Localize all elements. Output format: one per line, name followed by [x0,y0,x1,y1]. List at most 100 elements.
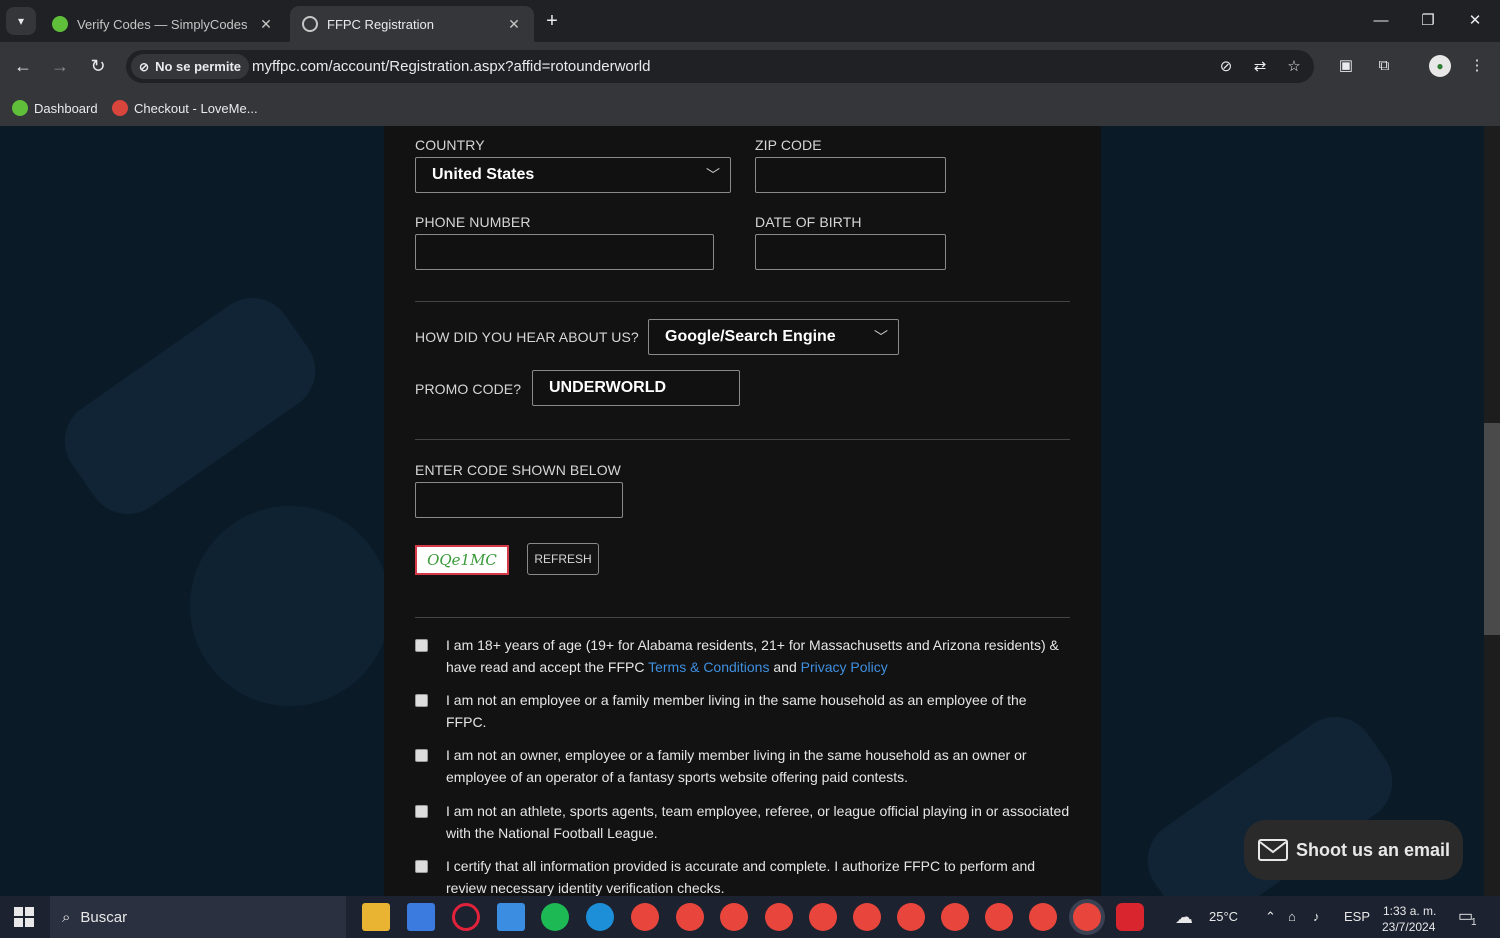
extension-icon[interactable]: ▣ [1335,55,1357,77]
close-tab-icon[interactable]: ✕ [258,16,274,33]
close-tab-icon[interactable]: ✕ [506,16,522,33]
loveme-favicon-icon [112,100,128,116]
chevron-down-icon: ﹀ [706,167,720,183]
windows-start-icon[interactable] [14,907,34,927]
bookmark-star-icon[interactable]: ☆ [1284,57,1304,77]
chrome-active-icon[interactable] [1073,903,1101,931]
app-icon[interactable] [1116,903,1144,931]
divider [415,617,1070,618]
bookmark-dashboard[interactable]: Dashboard [12,96,98,120]
chrome-icon[interactable] [765,903,793,931]
new-tab-button[interactable]: + [540,9,564,33]
minimize-button[interactable]: — [1358,8,1404,34]
hear-about-select[interactable]: Google/Search Engine ﹀ [648,319,899,355]
refresh-captcha-button[interactable]: REFRESH [527,543,599,575]
captcha-label: ENTER CODE SHOWN BELOW [415,462,621,478]
close-window-button[interactable]: ✕ [1452,8,1498,34]
permission-chip[interactable]: ⊘ No se permite [131,54,250,79]
consent-row-certify: I certify that all information provided … [415,855,1070,899]
chrome-icon[interactable] [676,903,704,931]
country-select[interactable]: United States ﹀ [415,157,731,193]
taskbar-search-placeholder: Buscar [80,908,128,926]
permission-chip-label: No se permite [155,59,242,74]
phone-input[interactable] [432,235,713,269]
tab-simplycodes[interactable]: Verify Codes — SimplyCodes ✕ [40,6,286,42]
consent-text: I am 18+ years of age (19+ for Alabama r… [446,637,1059,675]
chrome-icon[interactable] [1029,903,1057,931]
globe-icon [302,16,318,32]
chrome-icon[interactable] [897,903,925,931]
file-explorer-icon[interactable] [362,903,390,931]
background-decoration [49,282,331,530]
forward-button[interactable]: → [47,53,73,79]
chrome-icon[interactable] [809,903,837,931]
phone-field[interactable] [415,234,714,270]
athlete-checkbox[interactable] [415,805,428,818]
phone-label: PHONE NUMBER [415,214,531,230]
promo-label: PROMO CODE? [415,381,522,397]
clock-date[interactable]: 23/7/2024 [1382,906,1435,938]
zip-field[interactable] [755,157,946,193]
volume-icon[interactable]: ♪ [1313,896,1320,938]
mail-icon[interactable] [497,903,525,931]
omnibox[interactable]: ⊘ No se permite myffpc.com/account/Regis… [126,50,1314,83]
country-value: United States [432,166,535,183]
tab-title: FFPC Registration [327,16,434,32]
url-text[interactable]: myffpc.com/account/Registration.aspx?aff… [252,50,650,83]
employee-checkbox[interactable] [415,694,428,707]
consent-row-age: I am 18+ years of age (19+ for Alabama r… [415,634,1070,678]
chrome-icon[interactable] [941,903,969,931]
captcha-input[interactable] [432,483,622,517]
age-checkbox[interactable] [415,639,428,652]
dob-field[interactable] [755,234,946,270]
owner-checkbox[interactable] [415,749,428,762]
dob-input[interactable] [772,235,945,269]
edge-icon[interactable] [586,903,614,931]
back-button[interactable]: ← [10,53,36,79]
dob-label: DATE OF BIRTH [755,214,862,230]
privacy-link[interactable]: Privacy Policy [801,659,888,675]
consent-row-employee: I am not an employee or a family member … [415,689,1070,733]
network-icon[interactable]: ⌂ [1288,896,1296,938]
tab-strip: ▾ Verify Codes — SimplyCodes ✕ FFPC Regi… [0,0,1500,42]
notification-count: 1 [1471,917,1477,928]
bookmark-checkout[interactable]: Checkout - LoveMe... [112,96,258,120]
tab-title: Verify Codes — SimplyCodes [77,16,248,32]
chrome-icon[interactable] [985,903,1013,931]
promo-field[interactable]: UNDERWORLD [532,370,740,406]
consent-text: I am not an athlete, sports agents, team… [446,803,1070,841]
opera-icon[interactable] [452,903,480,931]
consent-row-owner: I am not an owner, employee or a family … [415,744,1070,788]
tab-search-button[interactable]: ▾ [6,7,36,35]
chrome-icon[interactable] [631,903,659,931]
terms-link[interactable]: Terms & Conditions [648,659,769,675]
taskbar-search[interactable]: ⌕ Buscar [50,896,346,938]
tray-chevron-icon[interactable]: ⌃ [1265,896,1276,938]
promo-value[interactable]: UNDERWORLD [549,379,666,396]
consent-text: I am not an employee or a family member … [446,692,1027,730]
simplycodes-favicon-icon [12,100,28,116]
hear-about-value: Google/Search Engine [665,328,836,345]
chrome-icon[interactable] [853,903,881,931]
chrome-icon[interactable] [720,903,748,931]
restore-button[interactable]: ❐ [1405,8,1451,34]
ms-store-icon[interactable] [407,903,435,931]
tab-ffpc-registration[interactable]: FFPC Registration ✕ [290,6,534,42]
weather-icon[interactable]: ☁ [1175,896,1193,938]
location-off-icon[interactable]: ⊘ [1216,57,1236,77]
zip-input[interactable] [772,158,945,192]
extensions-puzzle-icon[interactable]: ⧉ [1373,55,1395,77]
weather-temp[interactable]: 25°C [1209,896,1238,938]
scrollbar-thumb[interactable] [1484,423,1500,635]
profile-avatar[interactable]: ● [1429,55,1451,77]
spotify-icon[interactable] [541,903,569,931]
menu-dots-icon[interactable]: ⋮ [1466,55,1488,77]
bookmark-label: Dashboard [34,100,98,116]
shoot-email-button[interactable]: Shoot us an email [1244,820,1463,880]
consent-row-athlete: I am not an athlete, sports agents, team… [415,800,1070,844]
captcha-field[interactable] [415,482,623,518]
translate-icon[interactable]: ⇄ [1250,57,1270,77]
reload-button[interactable]: ↻ [85,53,111,79]
certify-checkbox[interactable] [415,860,428,873]
language-indicator[interactable]: ESP [1344,896,1370,938]
